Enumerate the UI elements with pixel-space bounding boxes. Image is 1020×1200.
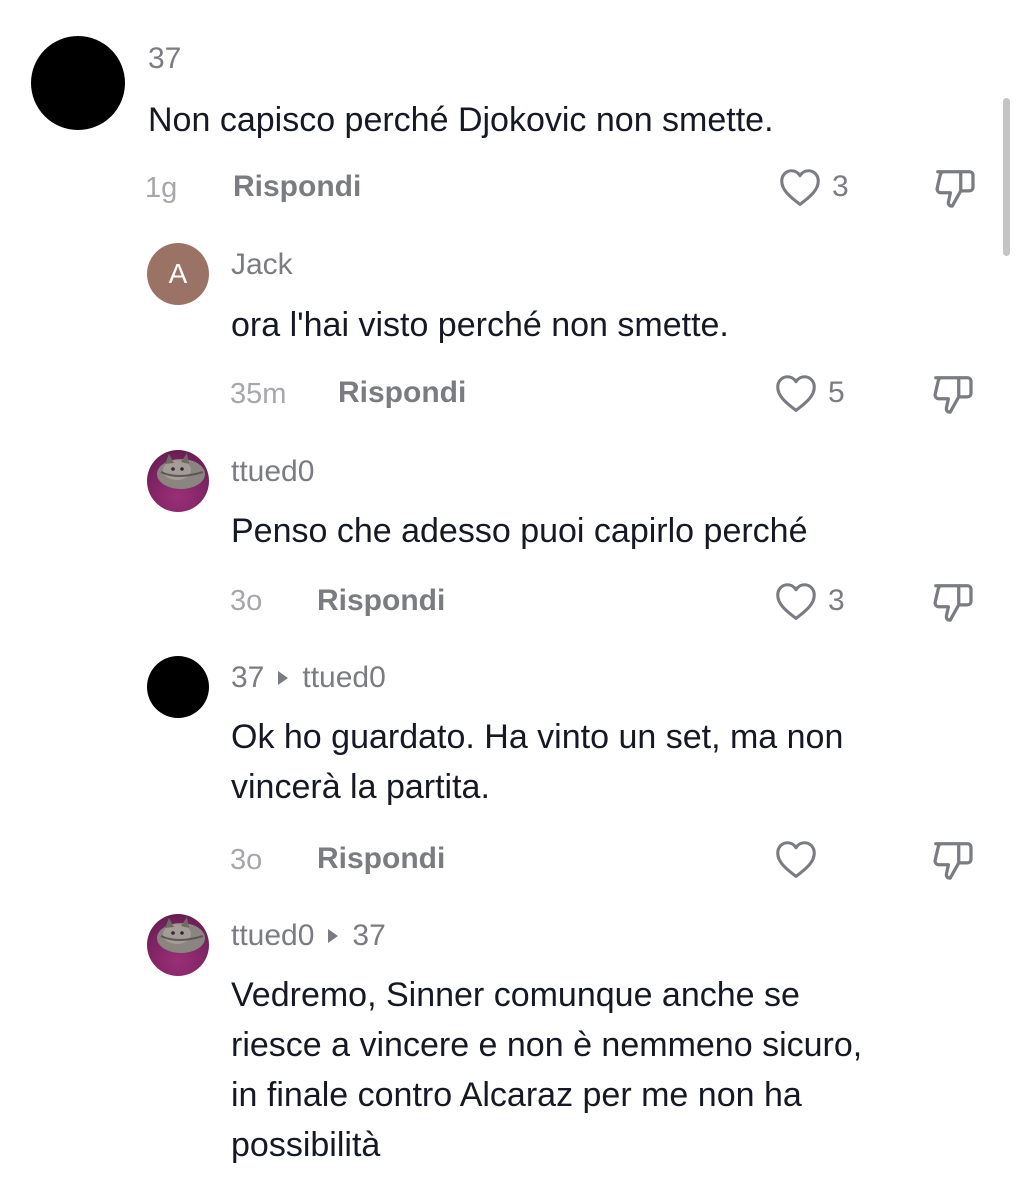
dislike-button[interactable] xyxy=(930,580,976,629)
comment-username[interactable]: ttued0 xyxy=(231,455,314,489)
thumbs-down-outline-icon xyxy=(933,584,973,622)
like-count: 5 xyxy=(828,376,845,409)
comment-text-line: riesce a vincere e non è nemmeno sicuro, xyxy=(231,1026,863,1064)
comment-text-line: possibilità xyxy=(231,1126,381,1164)
avatar-letter: A xyxy=(168,258,188,289)
cat-photo-icon xyxy=(157,453,205,489)
dislike-button[interactable] xyxy=(930,838,976,887)
avatar[interactable] xyxy=(147,450,209,512)
comment-username[interactable]: 37 ttued0 xyxy=(231,661,386,695)
comment-username[interactable]: ttued0 37 xyxy=(231,919,386,953)
like-button[interactable]: 3 xyxy=(774,580,845,622)
author-name[interactable]: 37 xyxy=(231,661,264,695)
heart-outline-icon xyxy=(780,169,820,206)
comment-timestamp: 3o xyxy=(230,844,263,876)
comment-username[interactable]: Jack xyxy=(231,248,293,282)
comment-text-line: Ok ho guardato. Ha vinto un set, ma non xyxy=(231,718,844,756)
avatar[interactable] xyxy=(31,36,125,130)
author-name[interactable]: ttued0 xyxy=(231,919,314,953)
avatar[interactable] xyxy=(147,914,209,976)
heart-outline-icon xyxy=(776,375,816,412)
like-count: 3 xyxy=(832,170,849,203)
reply-button[interactable]: Rispondi xyxy=(338,376,466,410)
comment-timestamp: 1g xyxy=(145,172,178,204)
avatar[interactable] xyxy=(147,656,209,718)
comment-text: Non capisco perché Djokovic non smette. xyxy=(148,101,774,139)
comment-text: Penso che adesso puoi capirlo perché xyxy=(231,512,808,550)
scrollbar[interactable] xyxy=(1003,98,1010,256)
comment-text: Vedremo, Sinner comunque anche se riesce… xyxy=(231,970,862,1170)
heart-outline-icon xyxy=(776,841,816,878)
cat-photo-icon xyxy=(157,917,205,953)
thumbs-down-outline-icon xyxy=(933,376,973,414)
heart-outline-icon xyxy=(776,583,816,620)
like-button[interactable]: 5 xyxy=(774,372,845,414)
comment-timestamp: 3o xyxy=(230,585,263,617)
triangle-right-icon xyxy=(328,929,339,943)
triangle-right-icon xyxy=(278,671,289,685)
comment-username[interactable]: 37 xyxy=(148,42,181,76)
comment-timestamp: 35m xyxy=(230,378,287,410)
reply-button[interactable]: Rispondi xyxy=(233,170,361,204)
thumbs-down-outline-icon xyxy=(933,842,973,880)
thumbs-down-outline-icon xyxy=(935,170,975,208)
reply-to-name[interactable]: 37 xyxy=(352,919,385,953)
comment-text-line: in finale contro Alcaraz per me non ha xyxy=(231,1076,802,1114)
like-button[interactable] xyxy=(774,838,818,880)
like-count: 3 xyxy=(828,584,845,617)
reply-button[interactable]: Rispondi xyxy=(317,584,445,618)
comment-text-line: vincerà la partita. xyxy=(231,768,490,806)
like-button[interactable]: 3 xyxy=(778,166,849,208)
avatar[interactable]: A xyxy=(147,243,209,305)
dislike-button[interactable] xyxy=(932,166,978,215)
comment-text-line: Vedremo, Sinner comunque anche se xyxy=(231,976,800,1014)
dislike-button[interactable] xyxy=(930,372,976,421)
reply-to-name[interactable]: ttued0 xyxy=(302,661,385,695)
comment-text: Ok ho guardato. Ha vinto un set, ma non … xyxy=(231,712,843,812)
reply-button[interactable]: Rispondi xyxy=(317,842,445,876)
comment-text: ora l'hai visto perché non smette. xyxy=(231,306,729,344)
